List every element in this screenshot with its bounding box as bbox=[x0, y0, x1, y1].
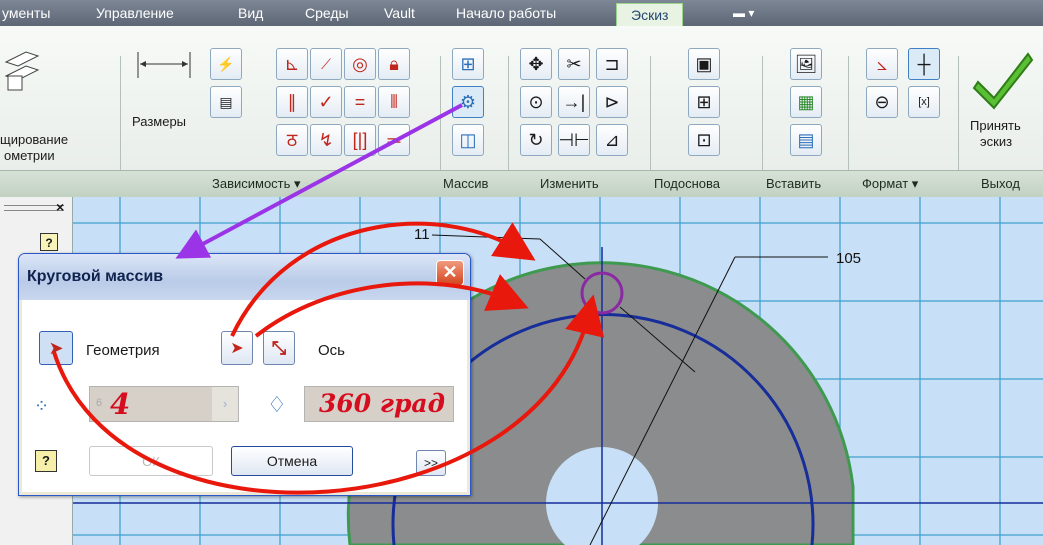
axis-label: Ось bbox=[318, 342, 345, 359]
tab-getting-started[interactable]: Начало работы bbox=[456, 0, 556, 26]
project-geometry-label-1: щирование bbox=[0, 132, 69, 147]
concentric-constraint-icon[interactable]: ◎ bbox=[344, 48, 376, 80]
flip-direction-icon: ⤡ bbox=[271, 337, 287, 358]
dimension-icon[interactable] bbox=[134, 50, 194, 80]
tangent-constraint-icon[interactable]: ठ bbox=[276, 124, 308, 156]
axis-flip-button[interactable]: ⤡ bbox=[263, 331, 295, 365]
insert-image-icon[interactable]: 🖼︎ bbox=[790, 48, 822, 80]
count-icon: ⁘ bbox=[34, 396, 50, 416]
smooth-constraint-icon[interactable]: ↯ bbox=[310, 124, 342, 156]
circular-pattern-dialog: Круговой массив ✕ ➤ Геометрия ➤ ⤡ Ось ⁘ … bbox=[18, 253, 471, 496]
panel-format[interactable]: Формат ▾ bbox=[862, 176, 918, 192]
count-field[interactable]: 6 4 › bbox=[89, 386, 239, 422]
split-icon[interactable]: ⊣⊢ bbox=[558, 124, 590, 156]
count-value: 4 bbox=[110, 387, 131, 421]
help-button[interactable]: ? bbox=[35, 450, 57, 472]
more-button[interactable]: >> bbox=[416, 450, 446, 476]
panel-exit: Выход bbox=[981, 176, 1020, 191]
underlay-icon-3[interactable]: ⊡ bbox=[688, 124, 720, 156]
angle-icon: ♢ bbox=[267, 392, 287, 417]
auto-dimension-icon[interactable]: ⚡ bbox=[210, 48, 242, 80]
axis-cursor-icon: ➤ bbox=[230, 340, 244, 357]
panel-constraint[interactable]: Зависимость ▾ bbox=[212, 176, 301, 192]
offset-icon[interactable]: ⊐ bbox=[596, 48, 628, 80]
centerline-icon[interactable]: ┼ bbox=[908, 48, 940, 80]
accept-sketch-label-1[interactable]: Принять bbox=[970, 118, 1021, 134]
center-point-icon[interactable]: ⊖ bbox=[866, 86, 898, 118]
coincident-constraint-icon[interactable]: ⟋ bbox=[310, 48, 342, 80]
tab-environments[interactable]: Среды bbox=[305, 0, 349, 26]
panel-modify: Изменить bbox=[540, 176, 599, 191]
equal-constraint-icon[interactable]: ═ bbox=[378, 124, 410, 156]
geometry-select-button[interactable]: ➤ bbox=[39, 331, 73, 365]
dimension-label: Размеры bbox=[132, 114, 187, 129]
copy-icon[interactable]: ⊙ bbox=[520, 86, 552, 118]
panel-underlay: Подоснова bbox=[654, 176, 721, 191]
tab-vault[interactable]: Vault bbox=[384, 0, 415, 26]
trim-icon[interactable]: ✂ bbox=[558, 48, 590, 80]
insert-acad-icon[interactable]: ▤ bbox=[790, 124, 822, 156]
grip-handle[interactable] bbox=[4, 205, 64, 211]
rotate-icon[interactable]: ↻ bbox=[520, 124, 552, 156]
driven-dimension-icon[interactable]: [x] bbox=[908, 86, 940, 118]
cursor-arrow-icon: ➤ bbox=[48, 337, 64, 358]
scale-icon[interactable]: ⊿ bbox=[596, 124, 628, 156]
stretch-icon[interactable]: ⊳ bbox=[596, 86, 628, 118]
rectangular-pattern-icon[interactable]: ⊞ bbox=[452, 48, 484, 80]
circular-pattern-icon[interactable]: ⚙ bbox=[452, 86, 484, 118]
mirror-icon[interactable]: ◫ bbox=[452, 124, 484, 156]
close-icon[interactable]: × bbox=[56, 199, 64, 215]
cancel-button[interactable]: Отмена bbox=[231, 446, 353, 476]
perpendicular-constraint-icon[interactable]: ⊾ bbox=[276, 48, 308, 80]
accept-sketch-label-2[interactable]: эскиз bbox=[980, 134, 1012, 150]
tab-manage[interactable]: Управление bbox=[96, 0, 174, 26]
count-field-hint: 6 bbox=[96, 397, 103, 409]
project-geometry-icon[interactable] bbox=[2, 48, 42, 98]
camera-dropdown-icon[interactable]: ▬ ▾ bbox=[733, 0, 754, 26]
tab-view[interactable]: Вид bbox=[238, 0, 263, 26]
parallel-constraint-icon[interactable]: ∥ bbox=[276, 86, 308, 118]
dimension-105[interactable]: 105 bbox=[836, 250, 861, 267]
geometry-label: Геометрия bbox=[86, 342, 160, 359]
underlay-icon-2[interactable]: ⊞ bbox=[688, 86, 720, 118]
show-constraints-icon[interactable]: ▤ bbox=[210, 86, 242, 118]
tab-sketch[interactable]: Эскиз bbox=[616, 3, 684, 26]
count-spinner[interactable]: › bbox=[212, 387, 238, 421]
angle-value: 360 град bbox=[319, 389, 446, 418]
accept-sketch-icon[interactable] bbox=[970, 46, 1036, 112]
dialog-body: ➤ Геометрия ➤ ⤡ Ось ⁘ 6 4 › ♢ 360 град ?… bbox=[22, 300, 467, 492]
underlay-icon-1[interactable]: ▣ bbox=[688, 48, 720, 80]
dimension-11[interactable]: 11 bbox=[414, 226, 430, 243]
dialog-close-button[interactable]: ✕ bbox=[436, 260, 464, 286]
tab-tools[interactable]: ументы bbox=[2, 0, 50, 26]
help-icon[interactable]: ? bbox=[40, 233, 58, 251]
construction-icon[interactable]: ⦣ bbox=[866, 48, 898, 80]
move-icon[interactable]: ✥ bbox=[520, 48, 552, 80]
dialog-titlebar[interactable]: Круговой массив bbox=[19, 254, 470, 300]
ok-button[interactable]: ОК bbox=[89, 446, 213, 476]
extend-icon[interactable]: →| bbox=[558, 86, 590, 118]
fix-constraint-icon[interactable]: 🔒︎ bbox=[378, 48, 410, 80]
symmetric-constraint-icon[interactable]: [|] bbox=[344, 124, 376, 156]
project-geometry-label-2: ометрии bbox=[4, 148, 55, 163]
vertical-constraint-icon[interactable]: ⫴ bbox=[378, 86, 410, 118]
panel-insert: Вставить bbox=[766, 176, 822, 191]
horizontal-constraint-icon[interactable]: = bbox=[344, 86, 376, 118]
dialog-title: Круговой массив bbox=[27, 268, 164, 285]
perpendicular2-constraint-icon[interactable]: ✓ bbox=[310, 86, 342, 118]
ribbon-tab-bar: ументы Управление Вид Среды Vault Начало… bbox=[0, 0, 1043, 26]
insert-points-icon[interactable]: ▦ bbox=[790, 86, 822, 118]
angle-field[interactable]: 360 град bbox=[304, 386, 454, 422]
axis-select-button[interactable]: ➤ bbox=[221, 331, 253, 365]
panel-pattern: Массив bbox=[443, 176, 489, 191]
